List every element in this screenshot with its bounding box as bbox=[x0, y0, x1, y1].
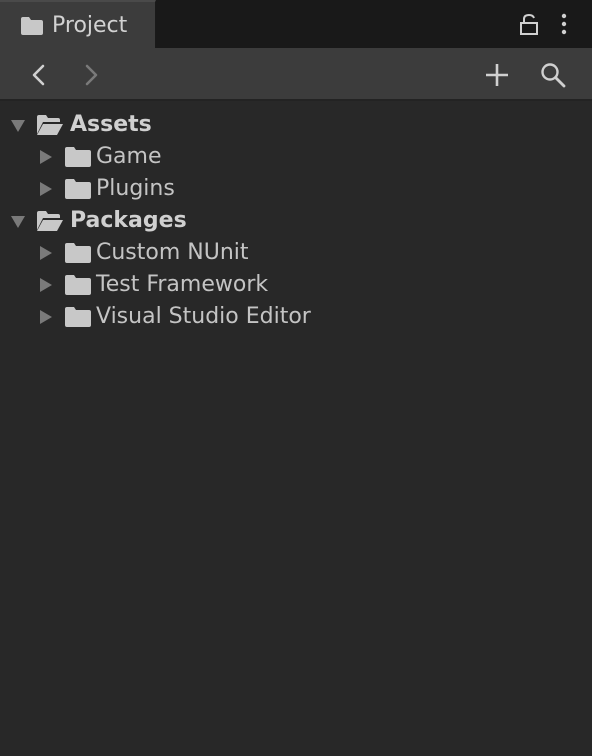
expand-arrow-down-icon[interactable] bbox=[10, 213, 26, 229]
tree-item-label: Test Framework bbox=[96, 272, 269, 297]
tree-item-packages[interactable]: Packages bbox=[0, 205, 592, 237]
expand-arrow-right-icon[interactable] bbox=[38, 277, 54, 293]
tree-item-label: Assets bbox=[70, 112, 152, 137]
expand-arrow-right-icon[interactable] bbox=[38, 309, 54, 325]
expand-arrow-down-icon[interactable] bbox=[10, 117, 26, 133]
kebab-menu-icon[interactable] bbox=[556, 12, 572, 36]
open-folder-icon bbox=[37, 115, 63, 135]
tab-project[interactable]: Project bbox=[0, 0, 156, 48]
tree-item-label: Game bbox=[96, 144, 162, 169]
expand-arrow-right-icon[interactable] bbox=[38, 149, 54, 165]
tree-item-test-framework[interactable]: Test Framework bbox=[0, 269, 592, 301]
tree-item-label: Packages bbox=[70, 208, 187, 233]
tree-item-label: Visual Studio Editor bbox=[96, 304, 311, 329]
open-folder-icon bbox=[37, 211, 63, 231]
folder-icon bbox=[21, 17, 43, 35]
folder-icon bbox=[65, 243, 91, 263]
forward-arrow-icon[interactable] bbox=[76, 60, 106, 90]
project-window: Project Assets Game Plugins Packages Cus… bbox=[0, 0, 592, 756]
toolbar bbox=[0, 48, 592, 101]
plus-icon[interactable] bbox=[482, 60, 512, 90]
tree-item-label: Custom NUnit bbox=[96, 240, 249, 265]
search-icon[interactable] bbox=[538, 60, 568, 90]
project-tree: Assets Game Plugins Packages Custom NUni… bbox=[0, 101, 592, 756]
tree-item-label: Plugins bbox=[96, 176, 175, 201]
lock-icon[interactable] bbox=[518, 12, 540, 36]
back-arrow-icon[interactable] bbox=[24, 60, 54, 90]
folder-icon bbox=[65, 275, 91, 295]
expand-arrow-right-icon[interactable] bbox=[38, 181, 54, 197]
tree-item-visual-studio-editor[interactable]: Visual Studio Editor bbox=[0, 301, 592, 333]
tab-bar: Project bbox=[0, 0, 592, 48]
tree-item-game[interactable]: Game bbox=[0, 141, 592, 173]
tree-item-custom-nunit[interactable]: Custom NUnit bbox=[0, 237, 592, 269]
tab-label: Project bbox=[52, 13, 128, 38]
expand-arrow-right-icon[interactable] bbox=[38, 245, 54, 261]
folder-icon bbox=[65, 147, 91, 167]
tree-item-assets[interactable]: Assets bbox=[0, 109, 592, 141]
folder-icon bbox=[65, 307, 91, 327]
folder-icon bbox=[65, 179, 91, 199]
tree-item-plugins[interactable]: Plugins bbox=[0, 173, 592, 205]
